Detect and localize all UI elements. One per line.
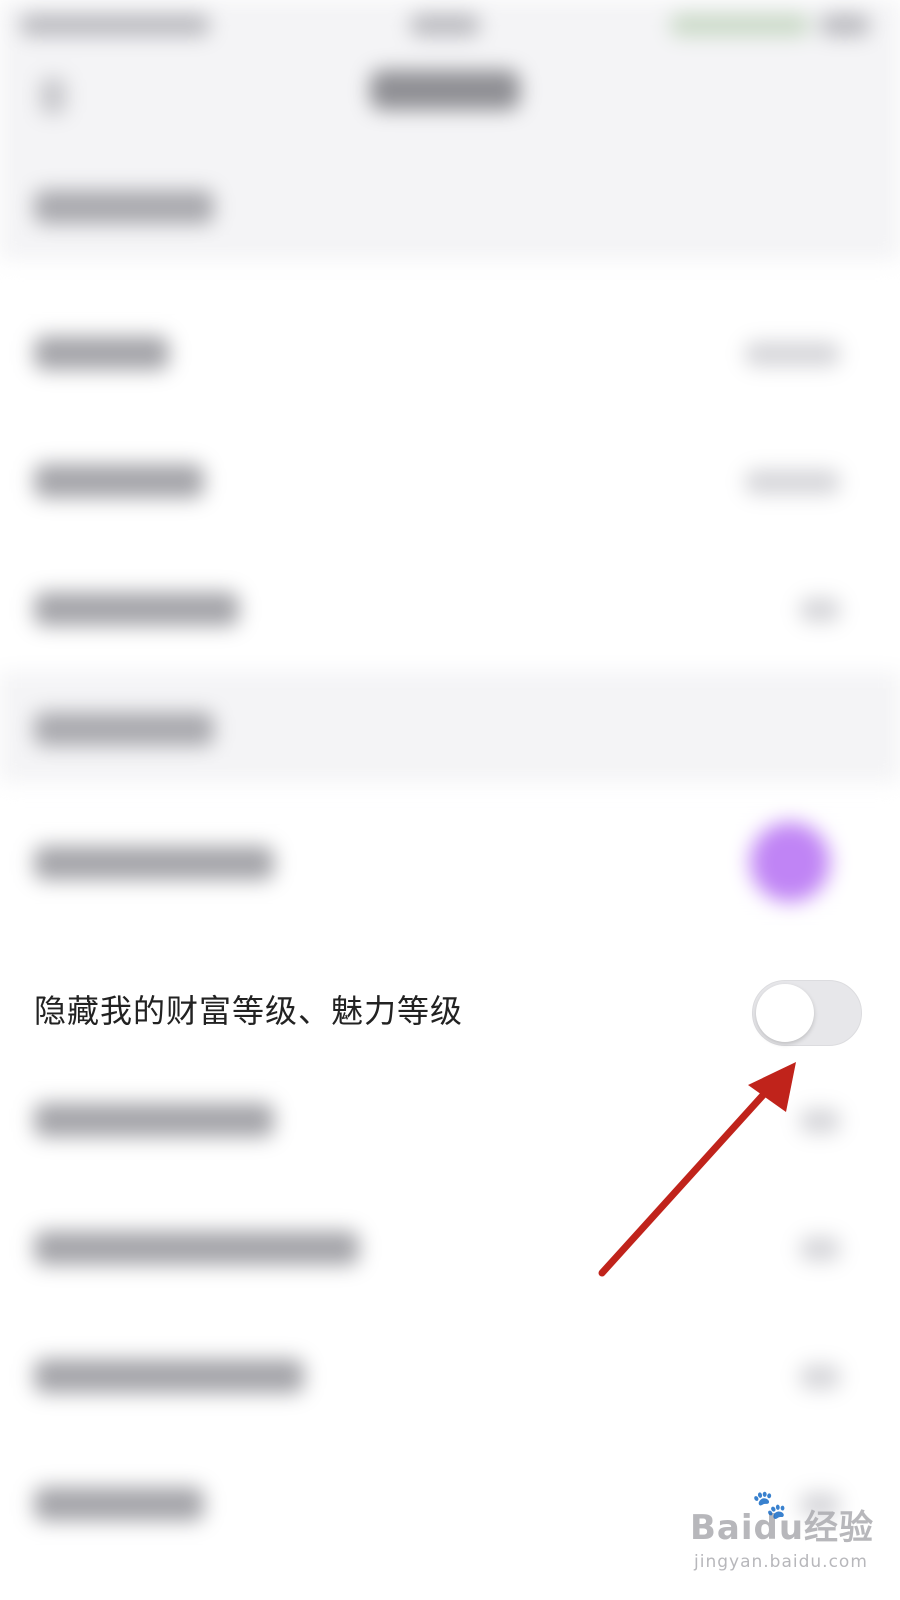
hide-level-row: 隐藏我的财富等级、魅力等级: [0, 950, 900, 1075]
section-header: [0, 672, 900, 782]
settings-screen: 隐藏我的财富等级、魅力等级 Baidu经验 🐾 jingyan.baidu.co…: [0, 0, 900, 1600]
list-item[interactable]: [0, 1057, 900, 1185]
back-icon[interactable]: [40, 78, 66, 114]
hide-level-toggle[interactable]: [752, 980, 862, 1046]
list-item[interactable]: [0, 546, 900, 674]
watermark-logo: Baidu经验 🐾 jingyan.baidu.com: [690, 1488, 880, 1585]
avatar: [750, 822, 830, 902]
list-item[interactable]: [0, 418, 900, 546]
toggle-knob: [756, 984, 814, 1042]
list-item[interactable]: [0, 290, 900, 418]
paw-icon: 🐾: [752, 1488, 787, 1521]
list-item[interactable]: [0, 1185, 900, 1313]
section-header: [0, 150, 900, 260]
watermark-url: jingyan.baidu.com: [694, 1552, 868, 1572]
page-title: [370, 70, 520, 110]
list-item[interactable]: [0, 1313, 900, 1441]
nav-bar: [0, 50, 900, 160]
hide-level-label: 隐藏我的财富等级、魅力等级: [34, 992, 464, 1030]
list-item[interactable]: [0, 800, 900, 928]
status-bar: [0, 0, 900, 50]
